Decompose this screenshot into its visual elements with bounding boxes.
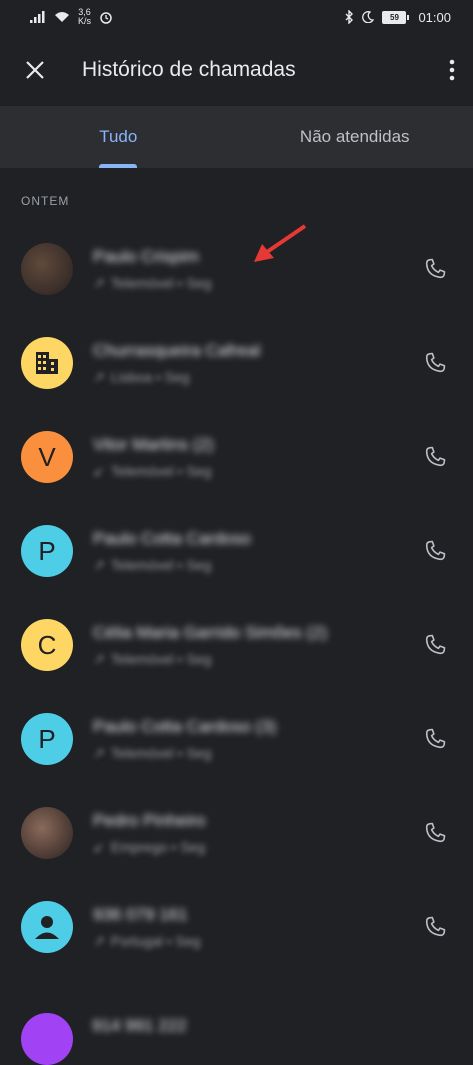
contact-name: Paulo Cotta Cardoso — [93, 529, 421, 549]
call-info: Paulo Cotta Cardoso (3) ↗ Telemóvel • Seg — [93, 717, 421, 762]
close-icon — [24, 59, 46, 81]
call-meta: ↗ Telemóvel • Seg — [93, 651, 421, 668]
incoming-call-icon: ↙ — [93, 463, 105, 480]
network-speed: 3,6 K/s — [78, 8, 91, 26]
call-meta-text: Portugal • Seg — [111, 933, 201, 949]
call-info: Pedro Pinheiro ↙ Emprego • Seg — [93, 811, 421, 856]
call-row[interactable]: 936 079 161 ↗ Portugal • Seg — [0, 880, 473, 974]
avatar-photo[interactable] — [21, 243, 73, 295]
call-info: Churrasqueira Cafreal ↗ Lisboa • Seg — [93, 341, 421, 386]
phone-icon — [423, 257, 447, 281]
avatar[interactable]: P — [21, 713, 73, 765]
call-meta-text: Emprego • Seg — [111, 839, 205, 855]
app-bar: Histórico de chamadas — [0, 34, 473, 106]
section-header: ONTEM — [0, 168, 473, 222]
call-row[interactable]: V Vitor Martins (2) ↙ Telemóvel • Seg — [0, 410, 473, 504]
tab-bar: Tudo Não atendidas — [0, 106, 473, 168]
call-meta: ↗ Telemóvel • Seg — [93, 275, 421, 292]
call-row[interactable]: Paulo Crispim↗Telemóvel • Seg — [0, 222, 473, 316]
status-bar: 3,6 K/s 59 01:00 — [0, 0, 473, 34]
call-button[interactable] — [421, 537, 449, 565]
phone-icon — [423, 445, 447, 469]
outgoing-call-icon: ↗ — [93, 933, 105, 950]
call-info: Vitor Martins (2) ↙ Telemóvel • Seg — [93, 435, 421, 480]
phone-icon — [423, 821, 447, 845]
close-button[interactable] — [24, 59, 46, 81]
clock: 01:00 — [418, 10, 451, 25]
call-row[interactable]: P Paulo Cotta Cardoso ↗ Telemóvel • Seg — [0, 504, 473, 598]
contact-name: Pedro Pinheiro — [93, 811, 421, 831]
call-meta-text: Telemóvel • Seg — [111, 651, 212, 667]
phone-icon — [423, 539, 447, 563]
wifi-icon — [54, 11, 70, 23]
call-info: Célia Maria Garrido Simões (2) ↗ Telemóvel… — [93, 623, 421, 668]
avatar[interactable]: P — [21, 525, 73, 577]
avatar[interactable] — [21, 1013, 73, 1065]
outgoing-call-icon: ↗ — [93, 651, 105, 668]
page-title: Histórico de chamadas — [82, 58, 449, 82]
contact-name: Paulo Cotta Cardoso (3) — [93, 717, 421, 737]
call-button[interactable] — [421, 819, 449, 847]
call-row[interactable]: C Célia Maria Garrido Simões (2) ↗ Telemóve… — [0, 598, 473, 692]
speed-unit: K/s — [78, 17, 91, 26]
call-button[interactable] — [421, 349, 449, 377]
more-vert-icon — [449, 59, 455, 81]
alarm-icon — [99, 10, 113, 24]
call-meta-text: Telemóvel • Seg — [111, 557, 212, 573]
more-options-button[interactable] — [449, 59, 455, 81]
person-icon — [30, 910, 64, 944]
call-info: 936 079 161 ↗ Portugal • Seg — [93, 905, 421, 950]
phone-icon — [423, 915, 447, 939]
phone-icon — [423, 351, 447, 375]
contact-name: 914 991 222 — [92, 1016, 187, 1036]
avatar[interactable] — [21, 901, 73, 953]
status-right: 59 01:00 — [344, 10, 451, 25]
contact-name: Churrasqueira Cafreal — [93, 341, 421, 361]
call-meta-text: Lisboa • Seg — [111, 369, 190, 385]
avatar[interactable] — [21, 337, 73, 389]
call-button[interactable] — [421, 443, 449, 471]
outgoing-call-icon: ↗ — [93, 369, 105, 386]
outgoing-call-icon: ↗ — [93, 745, 105, 762]
call-meta: ↗ Telemóvel • Seg — [93, 745, 421, 762]
call-row[interactable]: Churrasqueira Cafreal ↗ Lisboa • Seg — [0, 316, 473, 410]
phone-icon — [423, 727, 447, 751]
bluetooth-icon — [344, 10, 354, 24]
call-meta: ↗ Telemóvel • Seg — [93, 557, 421, 574]
call-meta: ↗ Lisboa • Seg — [93, 369, 421, 386]
outgoing-call-icon: ↗ — [93, 275, 105, 292]
call-meta: ↙ Emprego • Seg — [93, 839, 421, 856]
moon-icon — [362, 11, 374, 23]
call-meta-text: Telemóvel • Seg — [111, 463, 212, 479]
business-icon — [32, 348, 62, 378]
contact-name: 936 079 161 — [93, 905, 421, 925]
call-button[interactable] — [421, 255, 449, 283]
call-row[interactable]: P Paulo Cotta Cardoso (3) ↗ Telemóvel • Seg — [0, 692, 473, 786]
status-left: 3,6 K/s — [30, 8, 113, 26]
call-meta: ↗ Portugal • Seg — [93, 933, 421, 950]
avatar[interactable]: V — [21, 431, 73, 483]
red-arrow-annotation — [250, 222, 310, 264]
contact-name: Célia Maria Garrido Simões (2) — [93, 623, 421, 643]
incoming-call-icon: ↙ — [93, 839, 105, 856]
outgoing-call-icon: ↗ — [93, 557, 105, 574]
call-info: Paulo Cotta Cardoso ↗ Telemóvel • Seg — [93, 529, 421, 574]
tab-tudo[interactable]: Tudo — [0, 106, 237, 168]
call-button[interactable] — [421, 913, 449, 941]
call-meta: ↙ Telemóvel • Seg — [93, 463, 421, 480]
phone-icon — [423, 633, 447, 657]
avatar-photo[interactable] — [21, 807, 73, 859]
call-row[interactable]: Pedro Pinheiro ↙ Emprego • Seg — [0, 786, 473, 880]
call-button[interactable] — [421, 631, 449, 659]
call-meta-text: Telemóvel • Seg — [111, 745, 212, 761]
battery-icon: 59 — [382, 11, 406, 24]
contact-name: Vitor Martins (2) — [93, 435, 421, 455]
tab-nao-atendidas[interactable]: Não atendidas — [237, 106, 473, 168]
call-list: Paulo Crispim↗Telemóvel • SegChurrasquei… — [0, 222, 473, 974]
avatar[interactable]: C — [21, 619, 73, 671]
call-meta-text: Telemóvel • Seg — [111, 275, 212, 291]
signal-icon — [30, 11, 46, 23]
call-button[interactable] — [421, 725, 449, 753]
